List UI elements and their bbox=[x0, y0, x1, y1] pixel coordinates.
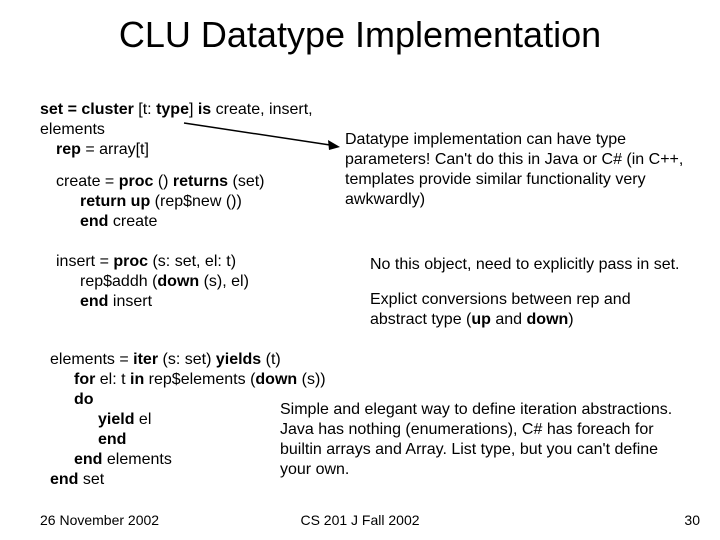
code-block-top: set = cluster [t: type] is create, inser… bbox=[40, 100, 340, 232]
note-iteration: Simple and elegant way to define iterati… bbox=[280, 400, 680, 480]
footer-page-number: 30 bbox=[684, 512, 700, 528]
footer-course: CS 201 J Fall 2002 bbox=[0, 512, 720, 528]
note-no-this: No this object, need to explicitly pass … bbox=[370, 255, 690, 275]
note-conversions: Explict conversions between rep and abst… bbox=[370, 290, 690, 330]
note-datatype-params: Datatype implementation can have type pa… bbox=[345, 130, 685, 210]
kw: set = cluster bbox=[40, 101, 138, 118]
page-title: CLU Datatype Implementation bbox=[0, 14, 720, 56]
code-block-insert: insert = proc (s: set, el: t) rep$addh (… bbox=[40, 252, 340, 312]
slide: CLU Datatype Implementation set = cluste… bbox=[0, 0, 720, 540]
